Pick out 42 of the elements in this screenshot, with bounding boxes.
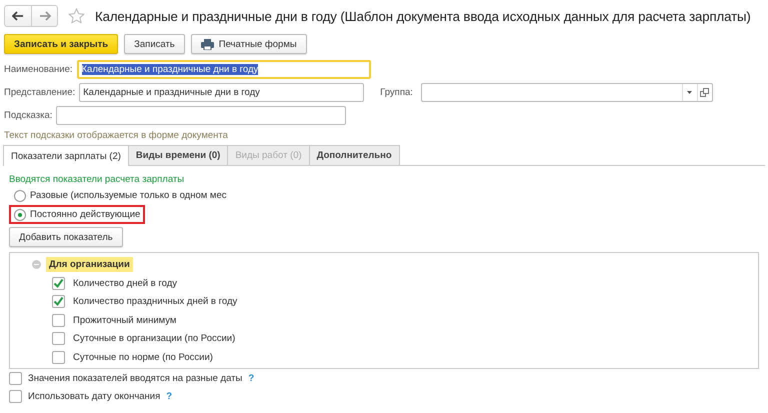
tree-item[interactable]: Суточные по норме (по России)	[73, 352, 213, 363]
field-label: Наименование:	[4, 64, 72, 75]
save-and-close-button[interactable]: Записать и закрыть	[4, 34, 118, 54]
checkbox[interactable]	[52, 295, 65, 308]
checkbox[interactable]	[52, 350, 65, 364]
add-indicator-button[interactable]: Добавить показатель	[9, 227, 123, 247]
field-label: Группа:	[380, 87, 413, 98]
save-button[interactable]: Записать	[124, 34, 185, 54]
name-field[interactable]: Календарные и праздничные дни в году	[76, 60, 370, 79]
tree-item[interactable]: Прожиточный минимум	[73, 314, 176, 326]
field-label: Представление:	[4, 87, 76, 98]
window-title: Календарные и праздничные дни в году (Шаблон документа ввода исходных данных для расчета зарплаты)	[95, 8, 751, 24]
dropdown-icon[interactable]	[687, 91, 692, 94]
radio-option[interactable]: Постоянно действующие	[9, 205, 146, 224]
tree-item[interactable]: Количество дней в году	[73, 278, 177, 289]
hint-note: Текст подсказки отображается в форме документа	[4, 130, 229, 141]
star-icon[interactable]	[68, 8, 85, 24]
help-link[interactable]: ?	[166, 391, 172, 402]
checkbox[interactable]	[52, 314, 65, 327]
print-forms-button[interactable]: Печатные формы	[190, 34, 307, 54]
tree-item[interactable]: Количество праздничных дней в году	[73, 296, 238, 308]
option-label: Использовать дату окончания	[28, 391, 160, 402]
help-link[interactable]: ?	[248, 373, 254, 384]
checkbox[interactable]	[9, 390, 22, 403]
printer-icon	[200, 38, 214, 50]
group-field[interactable]	[420, 83, 713, 102]
option-label: Значения показателей вводятся на разные даты	[28, 373, 242, 384]
radio-option[interactable]: Разовые (используемые только в одном мес	[9, 186, 232, 205]
checkbox[interactable]	[9, 372, 22, 385]
presentation-field[interactable]: Календарные и праздничные дни в году	[79, 83, 364, 102]
collapse-icon[interactable]	[32, 260, 41, 269]
section-caption: Вводятся показатели расчета зарплаты	[9, 174, 186, 185]
tree-item[interactable]: Суточные в организации (по России)	[73, 333, 236, 344]
hint-field[interactable]	[56, 106, 346, 125]
tab[interactable]: Показатели зарплаты (2)	[3, 145, 129, 166]
field-label: Подсказка:	[4, 110, 52, 121]
tree-group[interactable]: Для организации	[46, 257, 133, 272]
checkbox[interactable]	[52, 276, 65, 290]
checkbox[interactable]	[52, 332, 65, 346]
open-window-icon[interactable]	[700, 88, 710, 97]
tab[interactable]: Дополнительно	[308, 145, 400, 165]
tab[interactable]: Виды времени (0)	[128, 145, 228, 165]
